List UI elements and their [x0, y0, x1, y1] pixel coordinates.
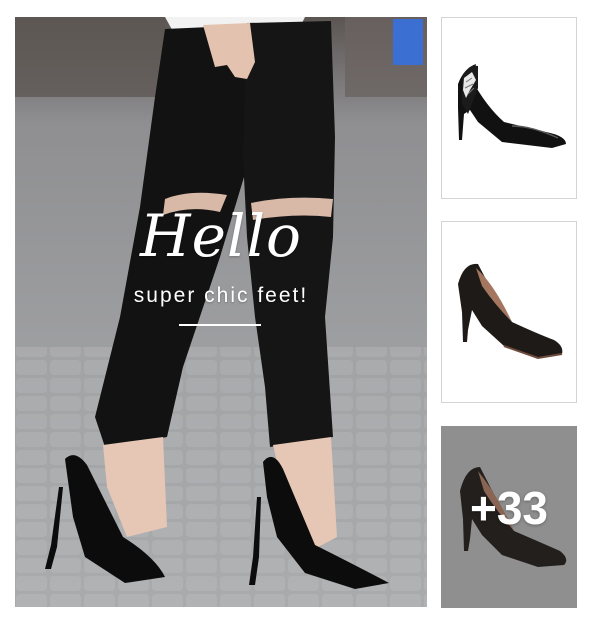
hero-subtitle: super chic feet! — [133, 284, 309, 307]
patent-pump-image — [458, 64, 566, 148]
hero-photo — [15, 17, 427, 607]
more-count: +33 — [469, 482, 549, 534]
hero-image[interactable]: Hello super chic feet! — [15, 17, 427, 607]
hero-title: Hello — [140, 202, 302, 270]
product-thumbnail-1[interactable] — [441, 17, 577, 199]
leather-pump-image — [458, 263, 563, 360]
title-divider — [179, 324, 261, 326]
product-thumbnail-2[interactable] — [441, 221, 577, 403]
more-items-tile[interactable]: +33 — [441, 426, 577, 608]
